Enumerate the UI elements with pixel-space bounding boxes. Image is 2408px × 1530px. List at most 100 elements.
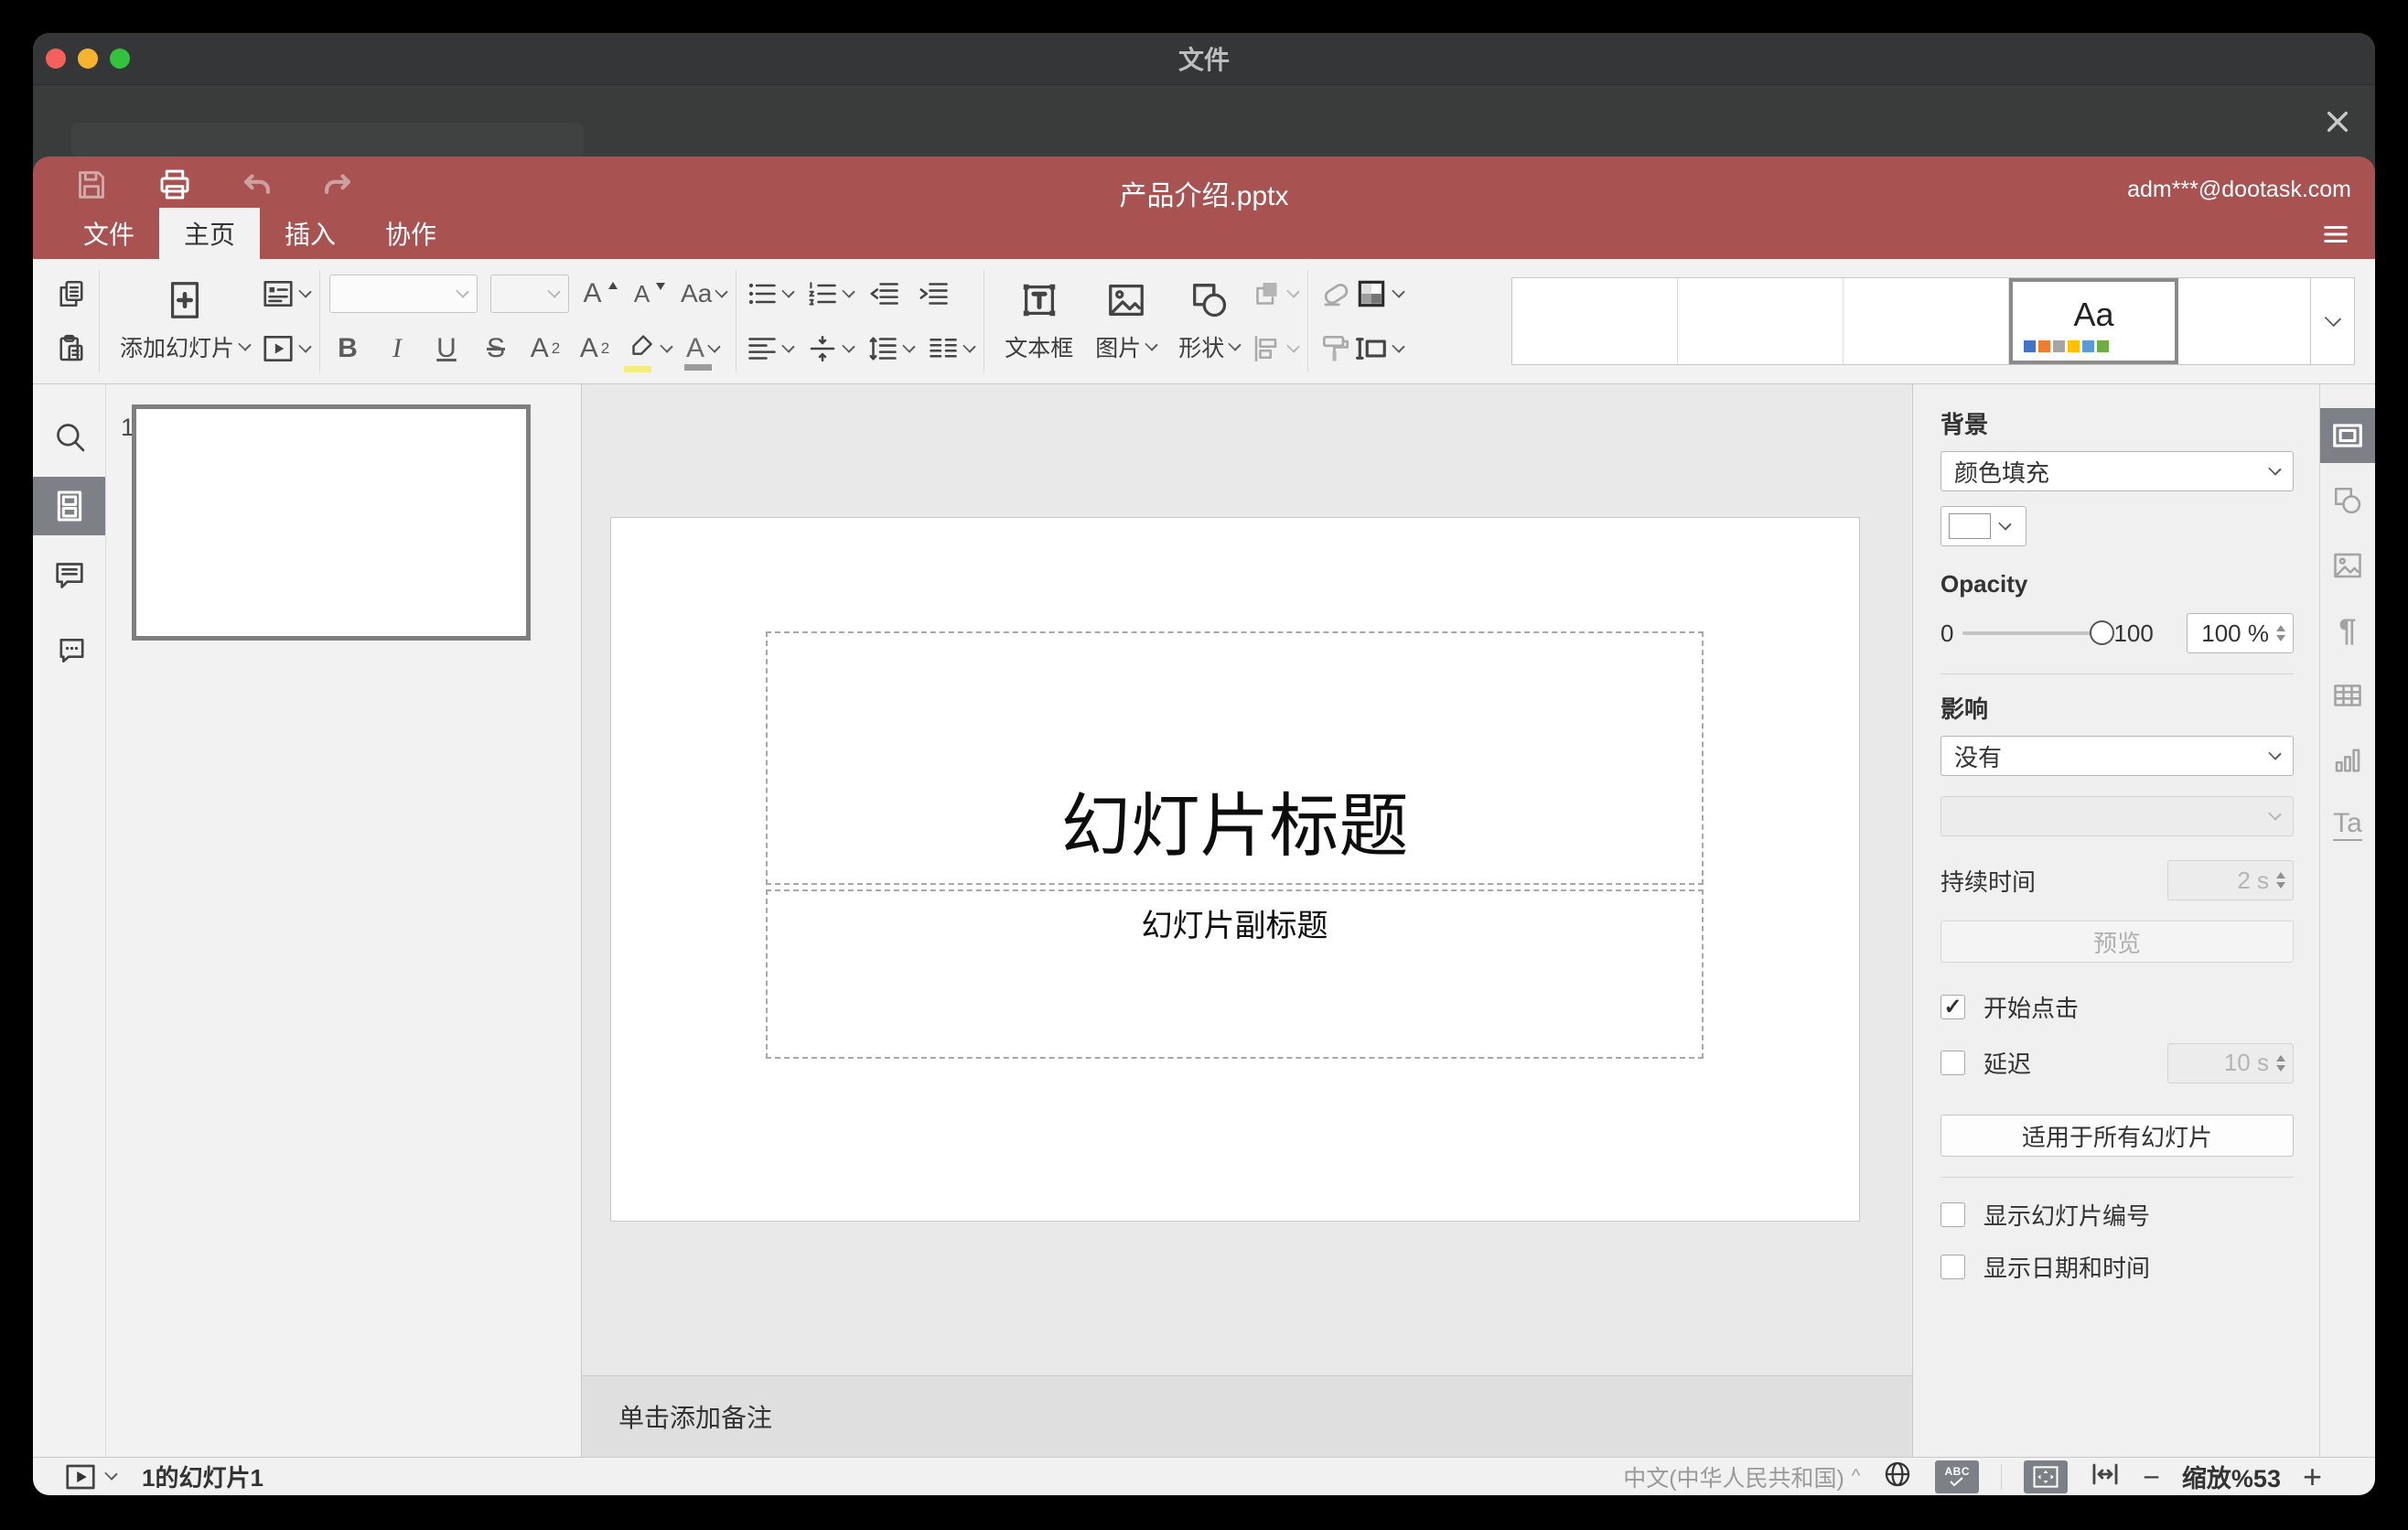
sidebar-item-chart-settings[interactable] <box>2320 733 2375 788</box>
color-scheme-button[interactable] <box>1354 274 1406 314</box>
fit-to-width-button[interactable] <box>2090 1459 2121 1494</box>
change-case-button[interactable]: Aa <box>681 274 728 314</box>
horizontal-align-button[interactable] <box>746 329 795 369</box>
notes-area[interactable]: 单击添加备注 <box>582 1375 1912 1457</box>
clear-style-button[interactable] <box>1317 274 1354 314</box>
columns-button[interactable] <box>927 329 976 369</box>
opacity-slider[interactable] <box>1962 620 2115 645</box>
font-color-button[interactable]: A <box>684 329 721 371</box>
sidebar-item-search[interactable] <box>33 407 105 466</box>
fit-to-slide-button[interactable] <box>2024 1460 2069 1493</box>
textbox-button[interactable]: 文本框 <box>994 259 1084 383</box>
theme-thumbnail[interactable] <box>1678 278 1844 364</box>
copy-button[interactable] <box>53 274 90 314</box>
start-slideshow-button[interactable] <box>261 329 312 369</box>
sidebar-item-table-settings[interactable] <box>2320 668 2375 723</box>
apply-to-all-label: 适用于所有幻灯片 <box>2021 1123 2212 1151</box>
theme-thumbnail[interactable] <box>2178 278 2310 364</box>
opacity-spinner[interactable] <box>2276 620 2285 646</box>
theme-thumbnail-selected[interactable]: Aa <box>2009 278 2178 364</box>
toolbar-divider <box>319 270 321 372</box>
superscript-button[interactable]: A2 <box>527 329 564 369</box>
effect-select[interactable]: 没有 <box>1940 736 2294 776</box>
zoom-out-button[interactable]: − <box>2143 1462 2160 1492</box>
bullet-list-button[interactable] <box>746 274 795 314</box>
zoom-in-button[interactable]: + <box>2303 1460 2322 1493</box>
sidebar-item-image-settings[interactable] <box>2320 538 2375 593</box>
sidebar-item-textart-settings[interactable]: Ta <box>2320 798 2375 853</box>
statusbar-right: 中文(中华人民共和国) ^ ABC − 缩放%53 + <box>1623 1459 2322 1494</box>
slide-canvas: 幻灯片标题 幻灯片副标题 <box>582 384 1912 1375</box>
view-settings-button[interactable] <box>2320 221 2351 248</box>
increase-font-button[interactable]: A <box>582 274 618 314</box>
numbered-list-button[interactable] <box>806 274 855 314</box>
effect-type-select[interactable] <box>1940 796 2294 836</box>
tab-file[interactable]: 文件 <box>59 208 159 259</box>
slide-editing-area[interactable]: 幻灯片标题 幻灯片副标题 <box>611 518 1859 1221</box>
vertical-align-button[interactable] <box>806 329 855 369</box>
decrease-indent-button[interactable] <box>866 274 903 314</box>
show-slide-number-checkbox[interactable] <box>1940 1202 1965 1227</box>
title-placeholder[interactable]: 幻灯片标题 <box>766 631 1704 885</box>
duration-spinner[interactable] <box>2276 867 2285 893</box>
delay-checkbox[interactable] <box>1940 1051 1965 1075</box>
start-on-click-checkbox[interactable]: ✓ <box>1940 995 1965 1019</box>
add-slide-button[interactable]: 添加幻灯片 <box>109 259 261 383</box>
decrease-font-button[interactable]: A <box>631 274 668 314</box>
sidebar-item-shape-settings[interactable] <box>2320 473 2375 528</box>
italic-button[interactable]: I <box>379 329 415 369</box>
highlight-color-button[interactable] <box>624 329 673 372</box>
apply-to-all-button[interactable]: 适用于所有幻灯片 <box>1940 1115 2294 1157</box>
arrange-shape-button[interactable] <box>1251 274 1301 314</box>
background-fill-select[interactable]: 颜色填充 <box>1940 451 2294 491</box>
sidebar-item-slide-settings[interactable] <box>2320 408 2375 463</box>
bold-glyph: B <box>338 333 358 363</box>
theme-thumbnail[interactable] <box>1844 278 2009 364</box>
theme-thumbnail[interactable] <box>1512 278 1678 364</box>
sidebar-item-chat[interactable] <box>33 621 105 680</box>
show-date-time-checkbox[interactable] <box>1940 1255 1965 1279</box>
duration-input[interactable]: 2 s <box>2167 860 2294 900</box>
delay-spinner[interactable] <box>2276 1051 2285 1076</box>
theme-gallery: Aa <box>1511 277 2355 365</box>
slide-size-button[interactable] <box>1354 329 1406 369</box>
document-language-button[interactable] <box>1882 1459 1913 1494</box>
close-button[interactable] <box>2322 106 2353 137</box>
copy-style-button[interactable] <box>1317 329 1354 369</box>
shape-button[interactable]: 形状 <box>1167 259 1251 383</box>
theme-gallery-expand-button[interactable] <box>2310 278 2354 364</box>
increase-indent-button[interactable] <box>916 274 952 314</box>
opacity-input[interactable]: 100 % <box>2186 613 2294 653</box>
align-shape-button[interactable] <box>1251 329 1301 369</box>
sidebar-item-slides[interactable] <box>33 477 105 535</box>
subscript-exp: 2 <box>600 339 610 357</box>
bold-button[interactable]: B <box>329 329 366 369</box>
start-slideshow-status-button[interactable] <box>64 1463 118 1491</box>
subscript-button[interactable]: A2 <box>576 329 613 369</box>
font-name-input[interactable] <box>339 280 458 307</box>
tab-home[interactable]: 主页 <box>159 208 261 259</box>
sidebar-item-paragraph-settings[interactable]: ¶ <box>2320 603 2375 658</box>
language-selector[interactable]: 中文(中华人民共和国) ^ <box>1623 1460 1860 1493</box>
align-left-icon <box>748 338 777 360</box>
strikethrough-button[interactable]: S <box>478 329 514 369</box>
underline-button[interactable]: U <box>428 329 465 369</box>
delay-input[interactable]: 10 s <box>2167 1042 2294 1083</box>
subtitle-placeholder[interactable]: 幻灯片副标题 <box>766 889 1704 1059</box>
tab-collaboration[interactable]: 协作 <box>360 208 461 259</box>
line-spacing-button[interactable] <box>866 329 916 369</box>
opacity-slider-thumb[interactable] <box>2090 620 2115 645</box>
slide-layout-button[interactable] <box>261 274 312 314</box>
background-color-picker[interactable] <box>1940 506 2026 546</box>
spellcheck-button[interactable]: ABC <box>1935 1460 1980 1493</box>
font-name-combo[interactable] <box>329 275 478 313</box>
chevron-down-icon <box>842 284 855 298</box>
image-button[interactable]: 图片 <box>1084 259 1167 383</box>
font-size-input[interactable] <box>500 280 550 307</box>
preview-button[interactable]: 预览 <box>1940 921 2294 963</box>
slide-thumbnail[interactable] <box>132 404 531 641</box>
tab-insert[interactable]: 插入 <box>260 208 360 259</box>
font-size-combo[interactable] <box>490 275 570 313</box>
sidebar-item-comments[interactable] <box>33 546 105 605</box>
paste-button[interactable] <box>53 329 90 369</box>
